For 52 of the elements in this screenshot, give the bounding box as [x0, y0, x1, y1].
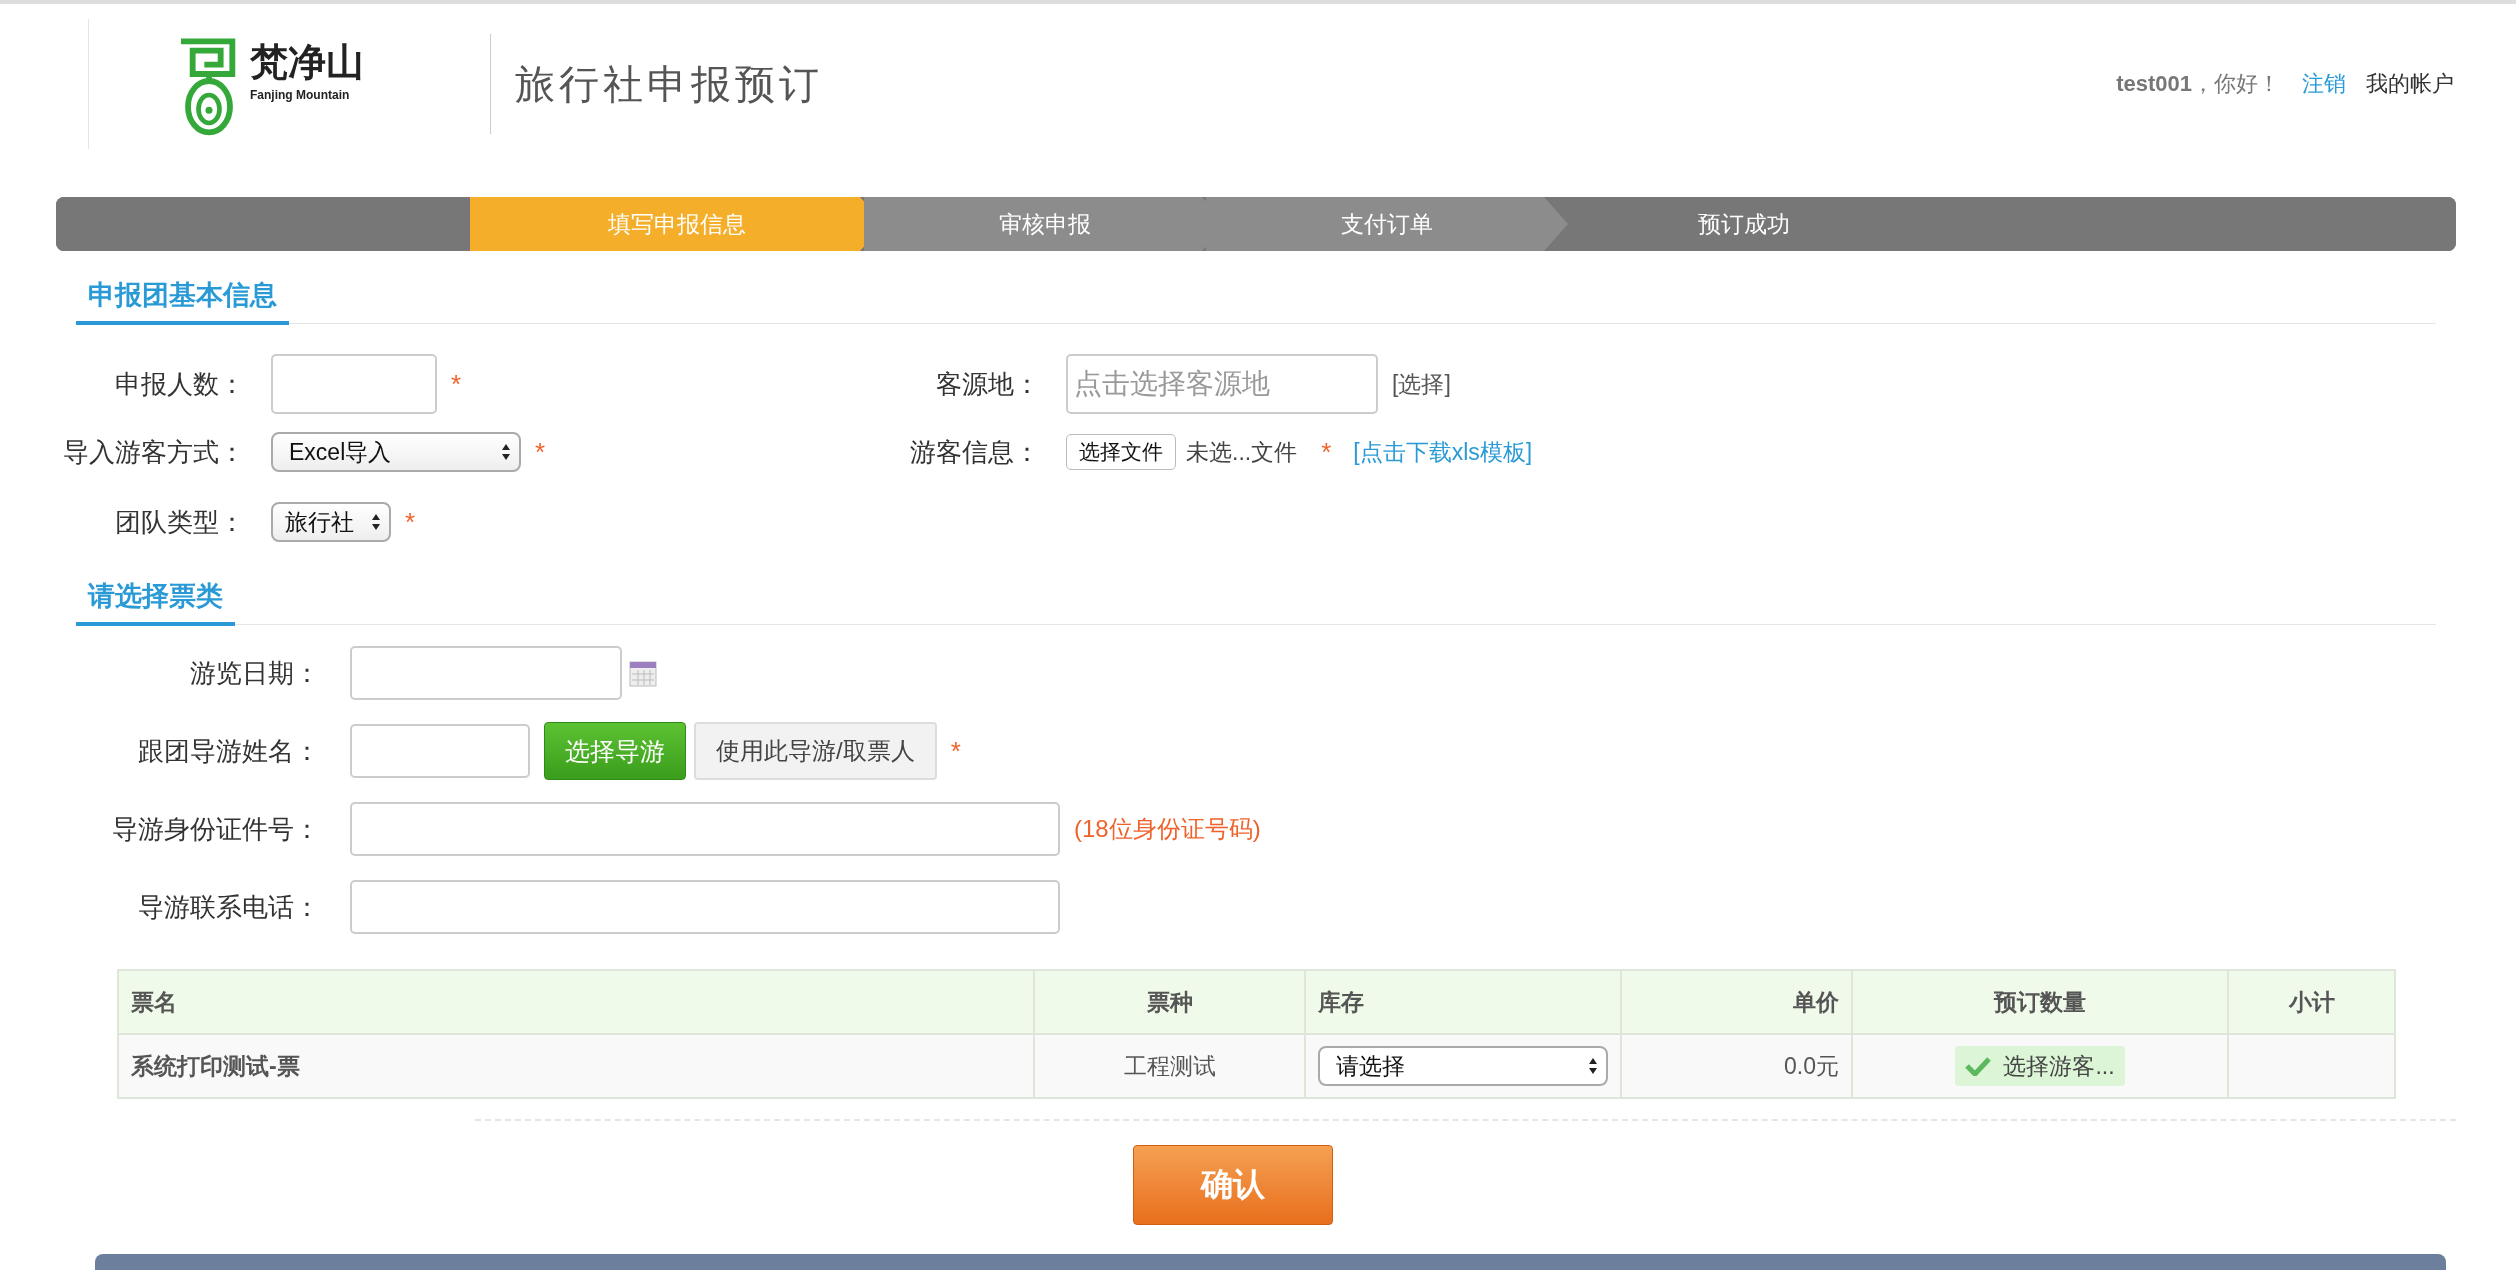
import-method-select[interactable]: Excel导入 [271, 432, 521, 472]
page-title: 旅行社申报预订 [515, 60, 823, 108]
required-mark: * [451, 368, 462, 400]
logo-subtitle: Fanjing Mountain [250, 87, 351, 102]
section-title: 申报团基本信息 [76, 277, 289, 325]
checkmark-icon [1965, 1056, 1992, 1076]
username: test001 [2116, 71, 2192, 97]
updown-arrows-icon [1588, 1057, 1598, 1075]
field-label: 客源地： [935, 367, 1040, 401]
source-input[interactable]: 点击选择客源地 [1066, 354, 1378, 414]
id-format-hint: (18位身份证号码) [1074, 814, 1261, 844]
calendar-icon[interactable] [628, 658, 658, 688]
account-link[interactable]: 我的帐户 [2366, 69, 2454, 99]
column-header: 预订数量 [1852, 970, 2228, 1034]
column-header: 单价 [1621, 970, 1852, 1034]
date-input[interactable] [350, 646, 622, 700]
field-label: 跟团导游姓名： [137, 734, 320, 768]
updown-arrows-icon [371, 513, 381, 531]
required-mark: * [405, 506, 416, 538]
logo-name: 梵净山 [250, 39, 364, 85]
table-cell: 系统打印测试-票 [118, 1034, 1034, 1098]
field-label: 导游身份证件号： [111, 812, 320, 846]
field-label: 申报人数： [114, 367, 245, 401]
progress-step: 支付订单 [1206, 197, 1568, 251]
choose-file-button[interactable]: 选择文件 [1066, 434, 1176, 470]
use-guide-button[interactable]: 使用此导游/取票人 [694, 722, 937, 780]
stock-select[interactable]: 请选择 [1318, 1046, 1608, 1086]
field-label: 团队类型： [114, 505, 245, 539]
field-label: 导入游客方式： [62, 435, 245, 469]
required-mark: * [535, 436, 546, 468]
required-mark: * [1321, 436, 1332, 468]
column-header: 小计 [2228, 970, 2395, 1034]
field-label: 游客信息： [909, 435, 1040, 469]
select-visitors-button[interactable]: 选择游客... [1955, 1046, 2125, 1086]
field-label: 游览日期： [189, 656, 320, 690]
guide-phone-input[interactable] [350, 880, 1060, 934]
file-status: 未选...文件 [1186, 437, 1298, 467]
guide-id-input[interactable] [350, 802, 1060, 856]
guide-name-input[interactable] [350, 724, 530, 778]
column-header: 库存 [1305, 970, 1621, 1034]
column-header: 票种 [1034, 970, 1305, 1034]
updown-arrows-icon [501, 443, 511, 461]
table-cell: 工程测试 [1034, 1034, 1305, 1098]
column-header: 票名 [118, 970, 1034, 1034]
choose-link[interactable]: [选择] [1392, 368, 1451, 400]
field-label: 导游联系电话： [137, 890, 320, 924]
greeting: ，你好！ [2192, 70, 2280, 98]
team-type-select[interactable]: 旅行社 [271, 502, 391, 542]
section-title: 请选择票类 [76, 578, 235, 626]
table-cell: 0.0元 [1621, 1034, 1852, 1098]
required-mark: * [950, 735, 961, 767]
group-size-input[interactable] [271, 354, 437, 414]
